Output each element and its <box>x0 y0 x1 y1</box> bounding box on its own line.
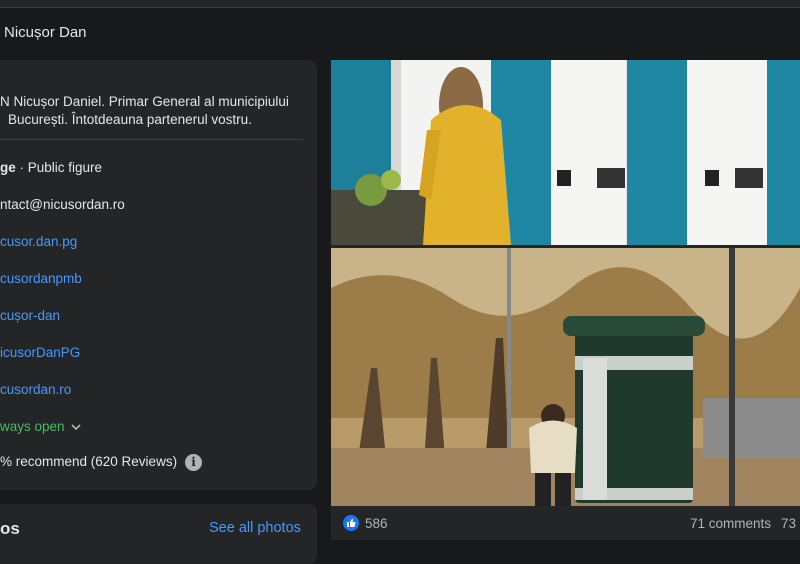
post-photo-1[interactable] <box>331 60 800 245</box>
divider <box>0 139 303 140</box>
see-all-photos-link[interactable]: See all photos <box>209 520 301 536</box>
hours-row[interactable]: ways open <box>0 419 81 434</box>
comments-count[interactable]: 71 comments <box>690 516 771 531</box>
photos-heading: os <box>0 519 20 538</box>
website-link[interactable]: cusordan.ro <box>0 382 71 397</box>
linkedin-link[interactable]: cușor-dan <box>0 308 60 323</box>
bio-line-2: București. Întotdeauna partenerul vostru… <box>8 112 252 127</box>
shares-count[interactable]: 73 <box>781 516 796 531</box>
reactions-bar: 586 71 comments 73 <box>331 508 800 540</box>
twitter-link[interactable]: icusorDanPG <box>0 345 80 360</box>
page-title[interactable]: Nicușor Dan <box>4 24 87 41</box>
category-type: ge <box>0 160 16 175</box>
intro-card: N Nicușor Daniel. Primar General al muni… <box>0 60 317 490</box>
portable-toilets-illustration <box>331 60 800 245</box>
email-row[interactable]: ntact@nicusordan.ro <box>0 197 125 212</box>
category-label: · Public figure <box>15 160 103 175</box>
hours-label: ways open <box>0 419 65 434</box>
info-icon[interactable]: i <box>185 454 203 471</box>
like-count[interactable]: 586 <box>365 516 388 531</box>
park-toilet-illustration <box>331 248 800 506</box>
chevron-down-icon <box>70 423 81 430</box>
top-bar <box>0 0 800 8</box>
rating-label: % recommend (620 Reviews) <box>0 454 178 470</box>
post-photo-2[interactable] <box>331 248 800 506</box>
instagram-link[interactable]: cusordanpmb <box>0 271 82 286</box>
category-row: ge · Public figure <box>0 160 102 175</box>
like-icon[interactable] <box>343 515 359 531</box>
bio-line-1: N Nicușor Daniel. Primar General al muni… <box>0 94 289 109</box>
rating-row: % recommend (620 Reviews) i <box>0 454 203 471</box>
facebook-link[interactable]: cusor.dan.pg <box>0 234 77 249</box>
